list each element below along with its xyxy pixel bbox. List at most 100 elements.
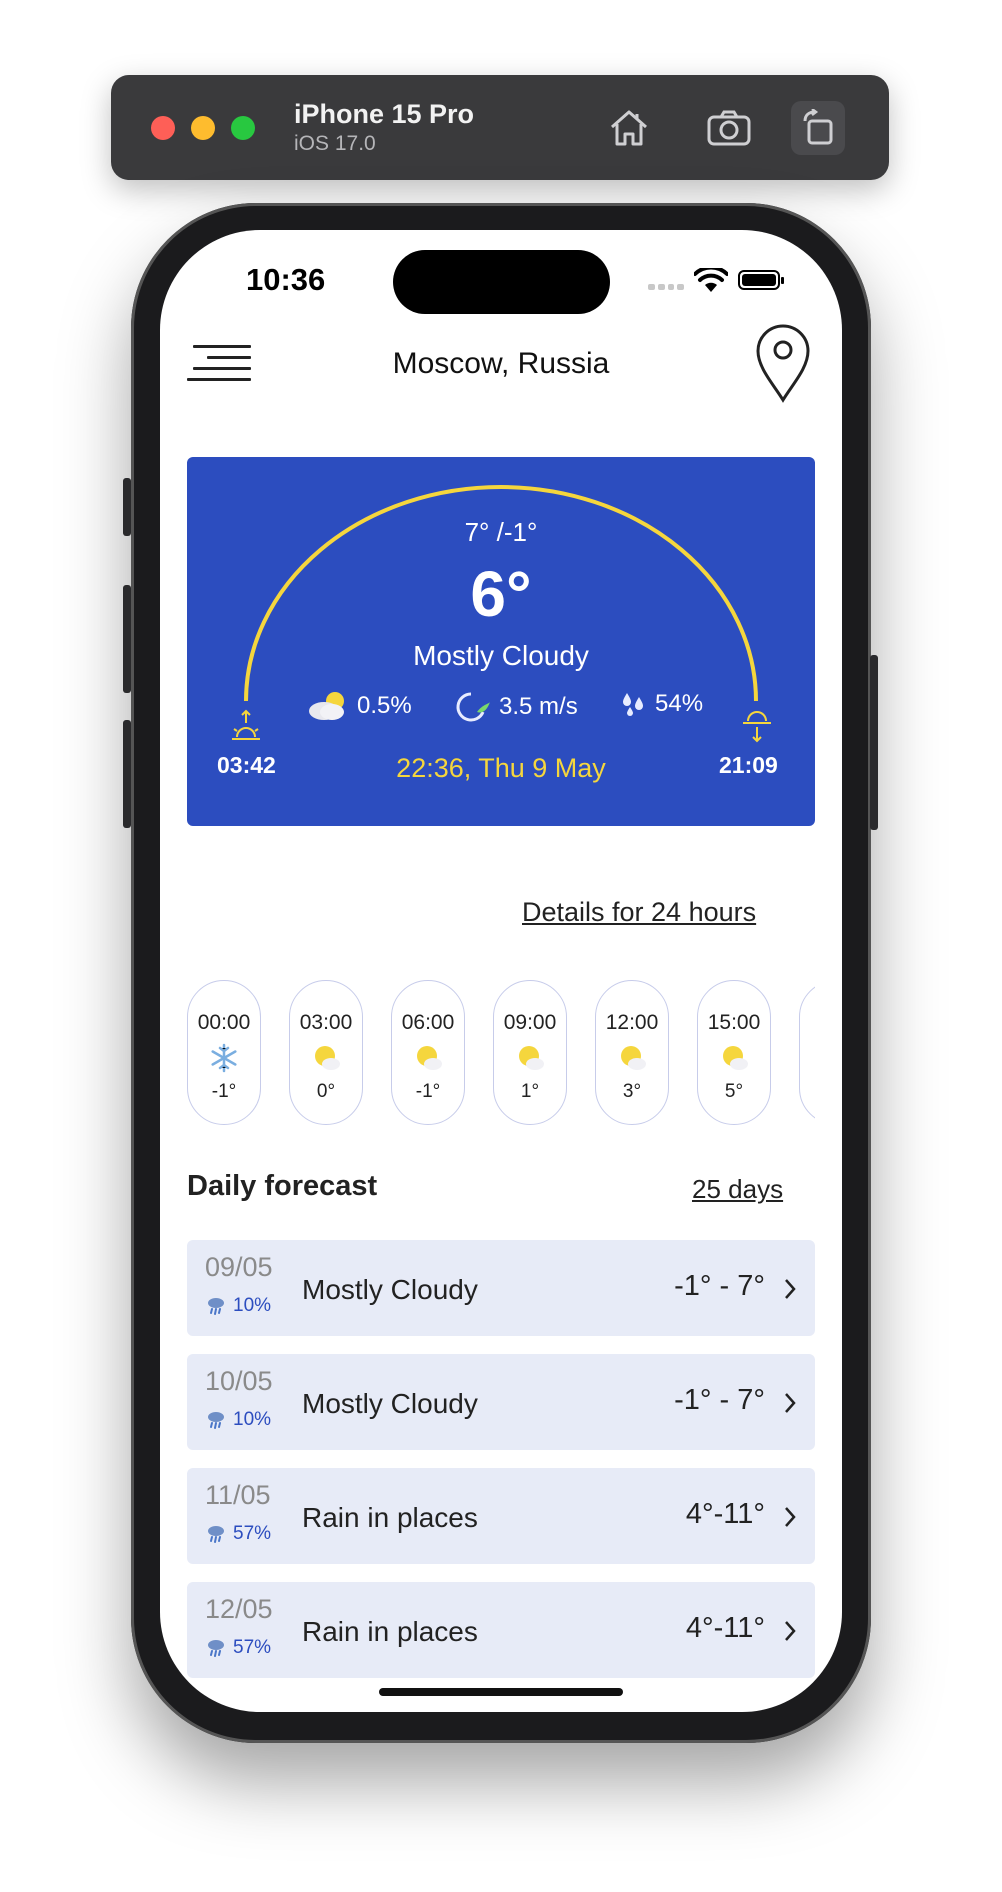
- partly-cloudy-icon: [417, 1046, 442, 1070]
- hour-temp: 0°: [316, 1081, 336, 1102]
- hour-temp: 5°: [724, 1081, 744, 1102]
- sunset-icon: [743, 711, 771, 743]
- hourly-forecast[interactable]: 00:00 -1° 03:00 0° 06:00 -1° 09:00 1° 12…: [187, 980, 815, 1130]
- camera-icon: [707, 110, 751, 146]
- device-name: iPhone 15 Pro: [294, 99, 475, 129]
- row-description: Mostly Cloudy: [302, 1274, 478, 1305]
- row-description: Mostly Cloudy: [302, 1388, 478, 1419]
- hour-pill[interactable]: 00:00 -1°: [187, 980, 261, 1125]
- sunrise-icon: [232, 709, 260, 740]
- chevron-right-icon: [785, 1279, 796, 1299]
- details-24h-link[interactable]: Details for 24 hours: [522, 897, 756, 928]
- hour-time: 00:00: [197, 1011, 251, 1034]
- row-rain-value: 10%: [233, 1295, 272, 1316]
- row-rain: 10%: [207, 1409, 271, 1431]
- cloud-sun-icon: [309, 692, 344, 720]
- row-date: 12/05: [205, 1594, 273, 1624]
- simulator-toolbar: iPhone 15 Pro iOS 17.0: [111, 75, 889, 180]
- precip-stat: 0.5%: [307, 690, 412, 722]
- daily-forecast-title: Daily forecast: [187, 1170, 378, 1202]
- row-temp-range: 4°-11°: [685, 1498, 765, 1530]
- rain-cloud-icon: [208, 1412, 224, 1429]
- humidity-icon: [623, 693, 643, 716]
- screenshot-button[interactable]: [702, 101, 756, 155]
- daily-row[interactable]: 10/05 10% Mostly Cloudy -1° - 7°: [187, 1354, 815, 1450]
- wifi-icon: [694, 268, 728, 292]
- volume-down-button: [123, 720, 131, 828]
- zoom-window-button[interactable]: [231, 116, 255, 140]
- current-condition: Mostly Cloudy: [413, 640, 589, 671]
- row-date: 09/05: [205, 1252, 273, 1282]
- partly-cloudy-icon: [519, 1046, 544, 1070]
- hour-time: 03:00: [299, 1011, 353, 1034]
- daily-row[interactable]: 09/05 10% Mostly Cloudy -1° - 7°: [187, 1240, 815, 1336]
- phone-screen: 10:36 Moscow, Russia 7° /-1° 6° Mostly C…: [160, 230, 842, 1712]
- dynamic-island: [393, 250, 610, 314]
- rotate-icon: [803, 109, 833, 145]
- row-description: Rain in places: [302, 1616, 478, 1647]
- row-date: 11/05: [205, 1480, 271, 1510]
- row-rain: 57%: [207, 1637, 271, 1659]
- partly-cloudy-icon: [723, 1046, 748, 1070]
- hour-pill[interactable]: 15:00 5°: [697, 980, 771, 1125]
- current-temp: 6°: [470, 558, 532, 630]
- hour-pill[interactable]: 09:00 1°: [493, 980, 567, 1125]
- row-rain: 10%: [207, 1295, 271, 1317]
- precip-value: 0.5%: [357, 692, 412, 719]
- volume-up-button: [123, 585, 131, 693]
- humidity-stat: 54%: [621, 690, 703, 718]
- row-description: Rain in places: [302, 1502, 478, 1533]
- wind-value: 3.5 m/s: [499, 693, 578, 720]
- snowflake-icon: [211, 1043, 237, 1073]
- home-button[interactable]: [602, 101, 656, 155]
- row-temp-range: 4°-11°: [685, 1612, 765, 1644]
- status-time: 10:36: [246, 262, 326, 297]
- hour-temp: -1°: [211, 1081, 237, 1102]
- humidity-value: 54%: [655, 690, 704, 717]
- action-button: [123, 478, 131, 536]
- minimize-window-button[interactable]: [191, 116, 215, 140]
- row-rain-value: 57%: [233, 1637, 272, 1658]
- partly-cloudy-icon: [315, 1046, 340, 1070]
- chevron-right-icon: [785, 1621, 796, 1641]
- location-pin-icon[interactable]: [754, 323, 812, 403]
- hour-time: 1: [800, 1011, 815, 1035]
- chevron-right-icon: [785, 1393, 796, 1413]
- wind-stat: 3.5 m/s: [453, 690, 578, 724]
- 25-days-link[interactable]: 25 days: [692, 1174, 783, 1205]
- row-rain: 57%: [207, 1523, 271, 1545]
- hour-pill[interactable]: 06:00 -1°: [391, 980, 465, 1125]
- row-rain-value: 57%: [233, 1523, 272, 1544]
- home-indicator[interactable]: [379, 1688, 623, 1696]
- rain-cloud-icon: [208, 1298, 224, 1315]
- daily-row[interactable]: 11/05 57% Rain in places 4°-11°: [187, 1468, 815, 1564]
- home-icon: [611, 110, 647, 146]
- hour-time: 15:00: [707, 1011, 761, 1034]
- hour-temp: -1°: [415, 1081, 441, 1102]
- row-rain-value: 10%: [233, 1409, 272, 1430]
- daily-row[interactable]: 12/05 57% Rain in places 4°-11°: [187, 1582, 815, 1678]
- hour-temp: 1°: [520, 1081, 540, 1102]
- rotate-button[interactable]: [791, 101, 845, 155]
- power-button: [870, 655, 878, 830]
- hour-pill[interactable]: 1: [799, 980, 815, 1125]
- rain-cloud-icon: [208, 1526, 224, 1543]
- close-window-button[interactable]: [151, 116, 175, 140]
- partly-cloudy-icon: [621, 1046, 646, 1070]
- high-low-temp: 7° /-1°: [464, 517, 538, 547]
- hour-temp: 3°: [622, 1081, 642, 1102]
- city-title: Moscow, Russia: [392, 347, 610, 380]
- wind-icon: [456, 692, 490, 722]
- hour-pill[interactable]: 12:00 3°: [595, 980, 669, 1125]
- row-temp-range: -1° - 7°: [674, 1270, 765, 1302]
- hour-time: 09:00: [503, 1011, 557, 1034]
- hour-time: 12:00: [605, 1011, 659, 1034]
- signal-icon: [648, 284, 684, 290]
- hour-pill[interactable]: 03:00 0°: [289, 980, 363, 1125]
- current-weather-card: 7° /-1° 6° Mostly Cloudy 0.5% 3.5 m/s 54…: [187, 457, 815, 826]
- rain-cloud-icon: [208, 1640, 224, 1657]
- current-datetime: 22:36, Thu 9 May: [396, 753, 606, 783]
- row-date: 10/05: [205, 1366, 273, 1396]
- chevron-right-icon: [785, 1507, 796, 1527]
- os-version: iOS 17.0: [294, 132, 376, 155]
